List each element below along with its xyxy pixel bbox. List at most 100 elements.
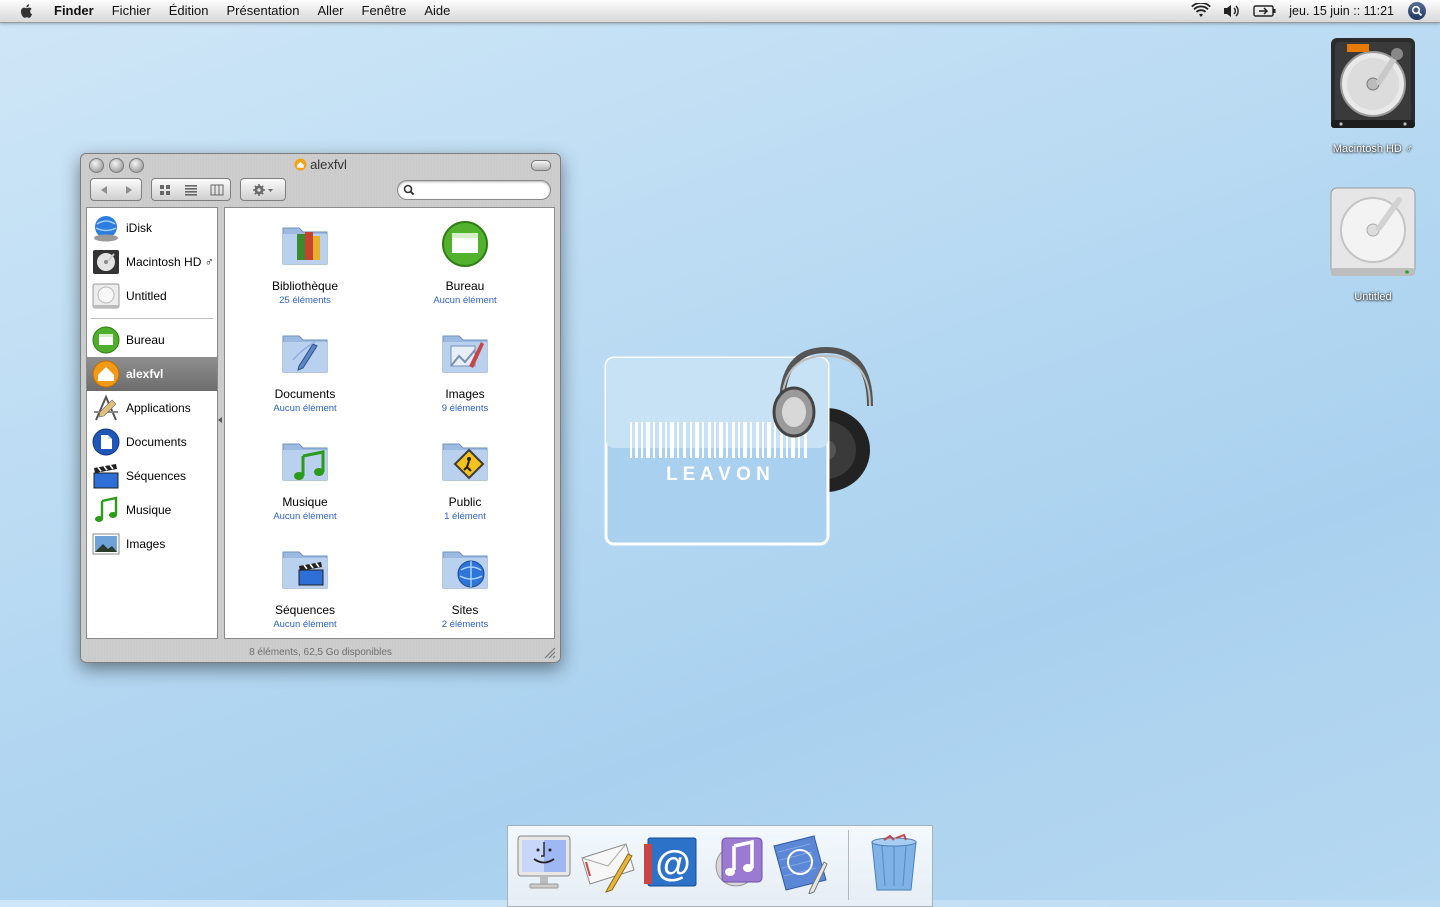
- apple-icon[interactable]: [18, 2, 36, 20]
- search-field[interactable]: [397, 180, 551, 200]
- folder-item-bureau[interactable]: Bureau Aucun élément: [385, 218, 545, 306]
- sidebar-item-label: Macintosh HD ♂: [126, 255, 214, 269]
- home-icon: [92, 360, 120, 388]
- sidebar-item-sequences[interactable]: Séquences: [87, 459, 217, 493]
- finder-content: Bibliothèque 25 éléments Bureau Aucun él…: [224, 207, 555, 639]
- music-icon: [92, 496, 120, 524]
- list-view-icon[interactable]: [184, 184, 198, 196]
- sidebar-item-alexfvl[interactable]: alexfvl: [87, 357, 217, 391]
- back-forward-buttons: [90, 178, 142, 201]
- finder-icon[interactable]: [514, 832, 574, 894]
- folder-item-name: Bibliothèque: [271, 279, 339, 293]
- folder-item-count: Aucun élément: [433, 295, 497, 306]
- pictures-icon: [92, 530, 120, 558]
- sidebar-item-musique[interactable]: Musique: [87, 493, 217, 527]
- sidebar-divider: [91, 318, 213, 319]
- sidebar-item-images[interactable]: Images: [87, 527, 217, 561]
- harddisk-icon: [92, 248, 120, 276]
- folder-item-name: Bureau: [445, 279, 485, 293]
- applications-icon: [92, 394, 120, 422]
- email-app-icon[interactable]: @: [642, 832, 702, 894]
- itunes-icon[interactable]: [706, 832, 766, 894]
- trash-icon[interactable]: [864, 832, 924, 894]
- folder-item-count: 9 éléments: [441, 403, 489, 414]
- sidebar-item-label: Images: [126, 537, 166, 551]
- folder-item-documents[interactable]: Documents Aucun élément: [225, 326, 385, 414]
- menu-fenetre[interactable]: Fenêtre: [353, 0, 416, 22]
- window-status-bar: 8 éléments, 62,5 Go disponibles: [249, 647, 392, 658]
- icon-view-icon[interactable]: [158, 184, 172, 196]
- leavon-widget[interactable]: L E A V O N: [604, 346, 874, 546]
- sidebar-item-applications[interactable]: Applications: [87, 391, 217, 425]
- desktop-icon-untitled[interactable]: Untitled: [1318, 184, 1428, 303]
- sidebar-item-label: iDisk: [126, 221, 152, 235]
- folder-item-count: Aucun élément: [273, 511, 337, 522]
- leavon-logo-text: L E A V O N: [666, 464, 770, 485]
- forward-icon[interactable]: [123, 184, 135, 196]
- sidebar-item-bureau[interactable]: Bureau: [87, 323, 217, 357]
- menu-aller[interactable]: Aller: [309, 0, 353, 22]
- toolbar-toggle-button[interactable]: [531, 160, 551, 171]
- folder-item-sites[interactable]: Sites 2 éléments: [385, 542, 545, 630]
- volume-icon[interactable]: [1223, 3, 1241, 19]
- folder-item-musique[interactable]: Musique Aucun élément: [225, 434, 385, 522]
- music-folder-icon: [282, 443, 328, 481]
- desktop-icon-label: Macintosh HD ♂: [1332, 143, 1414, 155]
- desktop-icon-label: Untitled: [1354, 291, 1392, 303]
- menu-bar: Finder Fichier Édition Présentation Alle…: [0, 0, 1440, 23]
- gear-icon: [253, 183, 273, 196]
- folder-item-name: Documents: [274, 387, 336, 401]
- wifi-icon[interactable]: [1191, 3, 1212, 19]
- mail-icon[interactable]: [578, 832, 638, 894]
- back-icon[interactable]: [98, 184, 110, 196]
- sidebar-item-idisk[interactable]: iDisk: [87, 211, 217, 245]
- search-input[interactable]: [418, 182, 546, 199]
- leavon-logo-icon: L E A V O N: [604, 346, 873, 546]
- menu-edition[interactable]: Édition: [160, 0, 218, 22]
- resize-grip-icon[interactable]: [542, 645, 556, 659]
- menu-fichier[interactable]: Fichier: [103, 0, 160, 22]
- documents-icon: [92, 428, 120, 456]
- harddisk-icon: [1331, 38, 1415, 128]
- desktop-icon-macintosh-hd[interactable]: Macintosh HD ♂: [1318, 34, 1428, 155]
- folder-item-sequences[interactable]: Séquences Aucun élément: [225, 542, 385, 630]
- folder-item-count: 25 éléments: [279, 295, 331, 306]
- sidebar: iDisk Macintosh HD ♂ Untitled Bureau ale…: [86, 207, 218, 639]
- sidebar-item-documents[interactable]: Documents: [87, 425, 217, 459]
- disk-icon: [1330, 187, 1416, 276]
- sidebar-item-label: Musique: [126, 503, 172, 517]
- column-view-icon[interactable]: [210, 184, 224, 196]
- menu-aide[interactable]: Aide: [415, 0, 459, 22]
- action-menu-button[interactable]: [240, 178, 286, 201]
- sidebar-item-untitled[interactable]: Untitled: [87, 279, 217, 313]
- sidebar-item-macintosh-hd[interactable]: Macintosh HD ♂: [87, 245, 217, 279]
- public-folder-icon: [442, 443, 488, 481]
- menu-presentation[interactable]: Présentation: [218, 0, 309, 22]
- library-folder-icon: [282, 227, 328, 265]
- menu-clock[interactable]: jeu. 15 juin :: 11:21: [1289, 4, 1394, 18]
- menu-finder[interactable]: Finder: [54, 0, 103, 22]
- sidebar-item-label: Bureau: [126, 333, 165, 347]
- folder-item-name: Musique: [282, 495, 328, 509]
- sidebar-splitter[interactable]: [218, 416, 222, 424]
- sidebar-item-label: alexfvl: [126, 367, 164, 381]
- folder-item-images[interactable]: Images 9 éléments: [385, 326, 545, 414]
- desktop-folder-icon: [442, 221, 488, 267]
- folder-item-public[interactable]: Public 1 élément: [385, 434, 545, 522]
- folder-item-name: Images: [445, 387, 485, 401]
- folder-item-count: 1 élément: [444, 511, 486, 522]
- svg-text:@: @: [655, 843, 690, 884]
- folder-item-bibliotheque[interactable]: Bibliothèque 25 éléments: [225, 218, 385, 306]
- folder-item-name: Séquences: [274, 603, 336, 617]
- window-title: alexfvl: [81, 154, 560, 176]
- movies-folder-icon: [282, 551, 328, 589]
- folder-item-name: Sites: [451, 603, 479, 617]
- desktop-icon: [92, 326, 120, 354]
- battery-icon[interactable]: [1253, 4, 1277, 18]
- preview-icon[interactable]: [770, 832, 830, 894]
- sidebar-item-label: Séquences: [126, 469, 187, 483]
- spotlight-icon[interactable]: [1408, 2, 1426, 20]
- movies-icon: [92, 462, 120, 490]
- home-icon: [294, 158, 307, 171]
- documents-folder-icon: [282, 335, 328, 373]
